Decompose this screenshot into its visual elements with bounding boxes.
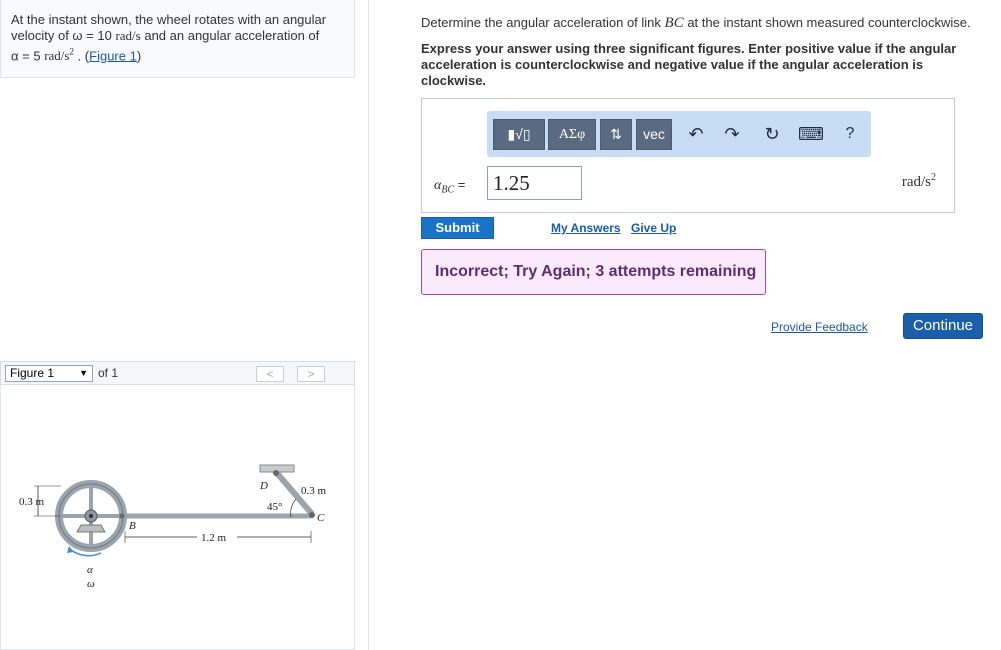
feedback-text: Incorrect; Try Again; 3 attempts remaini… — [435, 263, 757, 280]
templates-button[interactable]: ▮√▯ — [493, 119, 545, 150]
problem-statement: At the instant shown, the wheel rotates … — [11, 12, 327, 64]
wheel-support — [76, 524, 106, 533]
answer-label: αBC = — [434, 177, 466, 196]
figure-area: 0.3 m 1.2 m 0.3 m 45° B C D α ω — [0, 385, 355, 650]
updown-button[interactable]: ⇅ — [600, 119, 632, 150]
instructions-text: Express your answer using three signific… — [421, 41, 957, 88]
length-label: 1.2 m — [201, 532, 227, 544]
vector-button[interactable]: vec — [636, 119, 672, 150]
point-d-label: D — [259, 480, 268, 492]
answer-input[interactable] — [487, 166, 582, 200]
panel-divider — [368, 0, 369, 650]
point-b-label: B — [129, 520, 136, 532]
wheel — [55, 480, 127, 552]
prev-figure-button[interactable]: < — [256, 366, 284, 382]
chevron-down-icon: ▼ — [79, 368, 88, 378]
omega-unit: rad/s — [115, 28, 141, 43]
omega-label: ω — [87, 578, 95, 590]
figure-link[interactable]: Figure 1 — [89, 48, 137, 63]
feedback-message: Incorrect; Try Again; 3 attempts remaini… — [421, 249, 766, 295]
keyboard-icon[interactable]: ⌨ — [798, 122, 824, 146]
reset-icon[interactable]: ↻ — [760, 122, 784, 146]
unit-label: rad/s2 — [901, 172, 936, 190]
question-text: Determine the angular acceleration of li… — [421, 15, 971, 31]
redo-icon[interactable]: ↷ — [720, 122, 744, 146]
figure-select[interactable]: Figure 1 ▼ — [5, 365, 93, 382]
angle-label: 45° — [267, 501, 282, 513]
my-answers-link[interactable]: My Answers — [551, 221, 621, 235]
give-up-link[interactable]: Give Up — [631, 221, 676, 235]
undo-icon[interactable]: ↶ — [684, 122, 708, 146]
figure-toolbar: Figure 1 ▼ of 1 < > — [0, 361, 355, 385]
next-figure-button[interactable]: > — [297, 366, 325, 382]
point-c-label: C — [317, 512, 325, 524]
greek-symbols-button[interactable]: ΑΣφ — [548, 119, 596, 150]
answer-box: ▮√▯ ΑΣφ ⇅ vec ↶ ↷ ↻ ⌨ ? αBC = rad/s2 — [421, 98, 955, 213]
problem-panel: At the instant shown, the wheel rotates … — [0, 0, 355, 78]
provide-feedback-link[interactable]: Provide Feedback — [771, 320, 868, 334]
figure-count: of 1 — [98, 366, 119, 380]
alpha-unit: rad/s2 — [44, 47, 74, 64]
math-toolbar: ▮√▯ ΑΣφ ⇅ vec ↶ ↷ ↻ ⌨ ? — [487, 111, 871, 157]
help-icon[interactable]: ? — [838, 122, 862, 146]
submit-button[interactable]: Submit — [421, 217, 494, 239]
link-length-label: 0.3 m — [301, 485, 327, 497]
alpha-label: α — [87, 564, 93, 576]
continue-button[interactable]: Continue — [903, 313, 983, 339]
radius-label: 0.3 m — [19, 496, 45, 508]
mechanism-diagram: 0.3 m 1.2 m 0.3 m 45° B C D α ω — [19, 464, 327, 590]
